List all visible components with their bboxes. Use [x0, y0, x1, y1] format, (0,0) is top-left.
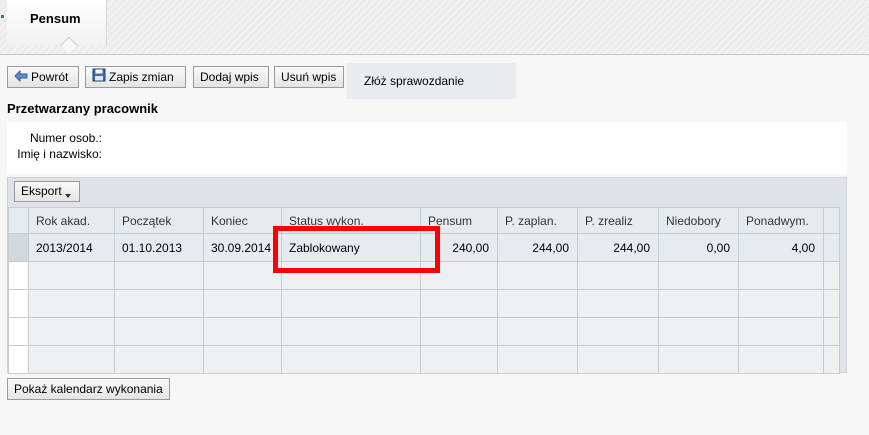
- header-bar: Pensum: [0, 0, 869, 55]
- section-title: Przetwarzany pracownik: [7, 101, 158, 116]
- table-row[interactable]: [8, 317, 840, 346]
- table-cell: 01.10.2013: [114, 233, 204, 262]
- pensum-table-panel: Eksport Rok akad. Początek Koniec Status…: [7, 177, 847, 374]
- column-header[interactable]: Początek: [114, 207, 204, 234]
- back-arrow-icon: [14, 68, 28, 88]
- show-calendar-button[interactable]: Pokaż kalendarz wykonania: [7, 378, 170, 400]
- save-changes-label: Zapis zmian: [109, 70, 174, 84]
- employee-number-label: Numer osob.:: [29, 131, 102, 145]
- toolbar: Powrót Zapis zmian Dodaj wpis Usuń wpis …: [0, 63, 869, 99]
- tab-pensum[interactable]: Pensum: [7, 0, 107, 54]
- export-button-label: Eksport: [21, 184, 62, 198]
- column-header[interactable]: Niedobory: [658, 207, 739, 234]
- column-header[interactable]: Ponadwym.: [738, 207, 824, 234]
- table-cell: 244,00: [577, 233, 659, 262]
- submit-report-label: Złóż sprawozdanie: [364, 74, 465, 88]
- row-selector-header[interactable]: [8, 207, 29, 234]
- scrollbar-cell[interactable]: [823, 317, 840, 346]
- submit-report-button[interactable]: Złóż sprawozdanie: [347, 63, 516, 99]
- save-changes-button[interactable]: Zapis zmian: [85, 66, 186, 88]
- table-cell: 30.09.2014: [203, 233, 282, 262]
- back-button[interactable]: Powrót: [7, 66, 79, 88]
- column-header[interactable]: Koniec: [203, 207, 282, 234]
- row-selector[interactable]: [8, 233, 29, 262]
- save-disk-icon: [92, 68, 106, 88]
- employee-info-box: Numer osob.: Imię i nazwisko:: [7, 122, 847, 174]
- row-selector[interactable]: [8, 289, 29, 318]
- table-row[interactable]: [8, 345, 840, 374]
- row-selector[interactable]: [8, 317, 29, 346]
- row-selector[interactable]: [8, 345, 29, 374]
- table-cell: 4,00: [738, 233, 824, 262]
- table-row[interactable]: [8, 289, 840, 318]
- scrollbar-cell[interactable]: [823, 289, 840, 318]
- status-highlight-box: [273, 226, 440, 273]
- header-marker: [1, 15, 4, 18]
- scrollbar-cell[interactable]: [823, 261, 840, 290]
- scrollbar-cell[interactable]: [823, 233, 840, 262]
- employee-name-label: Imię i nazwisko:: [17, 147, 102, 161]
- export-button[interactable]: Eksport: [14, 181, 80, 202]
- scrollbar-header: [823, 207, 840, 234]
- table-cell: 244,00: [497, 233, 578, 262]
- row-selector[interactable]: [8, 261, 29, 290]
- table-cell: 0,00: [658, 233, 739, 262]
- table-cell: 2013/2014: [28, 233, 115, 262]
- delete-entry-button[interactable]: Usuń wpis: [274, 66, 344, 88]
- column-header[interactable]: P. zrealiz: [577, 207, 659, 234]
- tab-pensum-label: Pensum: [30, 11, 81, 26]
- scrollbar-cell[interactable]: [823, 345, 840, 374]
- column-header[interactable]: P. zaplan.: [497, 207, 578, 234]
- add-entry-button[interactable]: Dodaj wpis: [193, 66, 269, 88]
- back-button-label: Powrót: [31, 70, 69, 84]
- dropdown-arrow-icon: [64, 194, 71, 198]
- tab-active-indicator: [60, 36, 78, 54]
- column-header[interactable]: Rok akad.: [28, 207, 115, 234]
